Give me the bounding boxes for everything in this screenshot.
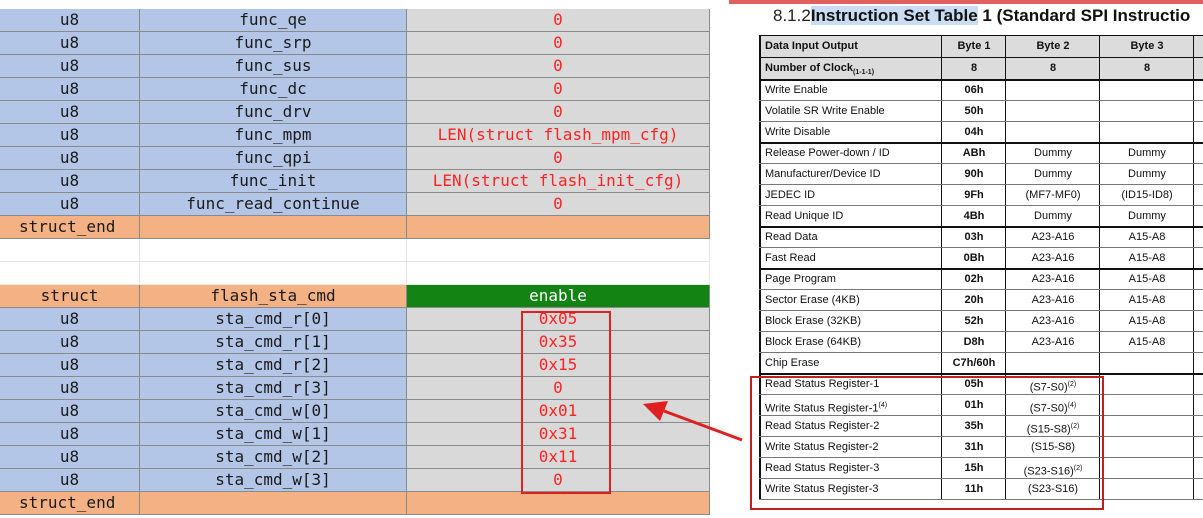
arrow-line: [663, 409, 743, 442]
arrow-annotation: [643, 401, 743, 442]
